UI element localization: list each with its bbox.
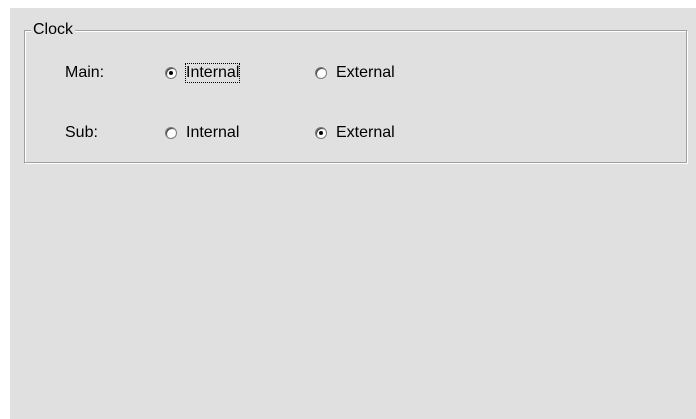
- sub-internal-radio[interactable]: Internal: [165, 121, 240, 145]
- main-external-radio[interactable]: External: [315, 61, 396, 85]
- sub-external-radio-circle[interactable]: [315, 127, 327, 139]
- sub-external-label[interactable]: External: [335, 123, 396, 143]
- main-external-label[interactable]: External: [335, 63, 396, 83]
- sub-internal-label[interactable]: Internal: [185, 123, 240, 143]
- main-internal-label[interactable]: Internal: [185, 63, 241, 83]
- clock-groupbox: Clock Main: Internal External Sub: Inter…: [24, 19, 688, 164]
- clock-group-title: Clock: [31, 19, 76, 41]
- main-clock-row: Main: Internal External: [25, 61, 687, 85]
- main-external-radio-circle[interactable]: [315, 67, 327, 79]
- main-internal-radio-circle[interactable]: [165, 67, 177, 79]
- sub-label: Sub:: [65, 124, 98, 141]
- sub-clock-row: Sub: Internal External: [25, 121, 687, 145]
- sub-internal-radio-circle[interactable]: [165, 127, 177, 139]
- main-internal-radio[interactable]: Internal: [165, 61, 241, 85]
- main-label: Main:: [65, 64, 105, 81]
- sub-external-radio[interactable]: External: [315, 121, 396, 145]
